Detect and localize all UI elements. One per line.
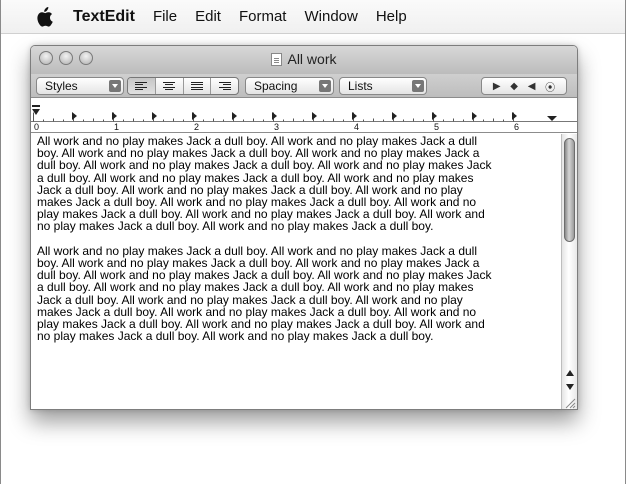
chevron-down-icon: [412, 80, 424, 92]
spacing-label: Spacing: [254, 79, 298, 93]
justify-button[interactable]: [184, 78, 212, 94]
window-title-wrap: All work: [31, 51, 577, 67]
ruler-label-1: 1: [114, 122, 120, 132]
tab-stop-marker[interactable]: [392, 112, 397, 120]
chevron-down-icon: [319, 80, 331, 92]
text-line: no play makes Jack a dull boy. All work …: [37, 219, 434, 234]
ruler-label-6: 6: [514, 122, 520, 132]
tab-stop-marker[interactable]: [112, 112, 117, 120]
paragraph-1: All work and no play makes Jack a dull b…: [37, 135, 555, 233]
ruler-label-3: 3: [274, 122, 280, 132]
styles-popup[interactable]: Styles: [36, 77, 124, 95]
ruler-label-4: 4: [354, 122, 360, 132]
lists-popup[interactable]: Lists: [339, 77, 427, 95]
paragraph-2: All work and no play makes Jack a dull b…: [37, 245, 555, 343]
tab-stop-marker[interactable]: [152, 112, 157, 120]
ruler-graphic: [31, 105, 577, 122]
menu-format[interactable]: Format: [239, 8, 287, 25]
left-tab-icon[interactable]: ▶: [493, 81, 501, 92]
align-right-button[interactable]: [211, 78, 238, 94]
alignment-control: [127, 77, 239, 95]
align-left-button[interactable]: [128, 78, 156, 94]
window-title: All work: [287, 51, 337, 67]
ruler[interactable]: 0 1 2 3 4 5 6: [31, 99, 577, 133]
align-center-icon: [163, 81, 176, 91]
styles-label: Styles: [45, 79, 78, 93]
align-right-icon: [218, 81, 231, 91]
ruler-label-5: 5: [434, 122, 440, 132]
resize-grip-icon[interactable]: [564, 397, 576, 409]
tab-stop-marker[interactable]: [272, 112, 277, 120]
chevron-down-icon: [109, 80, 121, 92]
menu-app-name[interactable]: TextEdit: [73, 8, 135, 26]
textedit-window: All work Styles Spacing Lists ▶ ◆ ◀ ⦿ 0 …: [30, 45, 578, 410]
tab-stop-marker[interactable]: [472, 112, 477, 120]
document-icon: [271, 53, 283, 66]
scroll-thumb[interactable]: [564, 138, 575, 242]
tab-stop-marker[interactable]: [512, 112, 517, 120]
vertical-scrollbar[interactable]: [561, 134, 577, 409]
center-tab-icon[interactable]: ◆: [510, 81, 518, 92]
format-toolbar: Styles Spacing Lists ▶ ◆ ◀ ⦿: [31, 74, 577, 98]
scroll-down-icon[interactable]: [565, 382, 575, 392]
spacing-popup[interactable]: Spacing: [245, 77, 334, 95]
tab-stops-control: ▶ ◆ ◀ ⦿: [481, 77, 567, 95]
tab-stop-marker[interactable]: [72, 112, 77, 120]
tab-stop-marker[interactable]: [352, 112, 357, 120]
title-bar[interactable]: All work: [31, 46, 577, 74]
tab-stop-marker[interactable]: [312, 112, 317, 120]
menu-window[interactable]: Window: [304, 8, 357, 25]
decimal-tab-icon[interactable]: ⦿: [545, 79, 555, 94]
menu-help[interactable]: Help: [376, 8, 407, 25]
menu-bar: TextEdit File Edit Format Window Help: [1, 0, 625, 34]
apple-icon[interactable]: [27, 0, 61, 34]
document-text-area[interactable]: All work and no play makes Jack a dull b…: [31, 134, 561, 409]
align-left-icon: [135, 81, 148, 91]
tab-stop-marker[interactable]: [232, 112, 237, 120]
ruler-tab-stops: [72, 112, 517, 120]
menu-file[interactable]: File: [153, 8, 177, 25]
ruler-label-2: 2: [194, 122, 200, 132]
menu-edit[interactable]: Edit: [195, 8, 221, 25]
justify-icon: [190, 81, 203, 91]
tab-stop-marker[interactable]: [432, 112, 437, 120]
lists-label: Lists: [348, 79, 373, 93]
scroll-up-icon[interactable]: [565, 368, 575, 378]
right-tab-icon[interactable]: ◀: [528, 81, 536, 92]
tab-stop-marker[interactable]: [192, 112, 197, 120]
text-line: no play makes Jack a dull boy. All work …: [37, 329, 434, 344]
align-center-button[interactable]: [156, 78, 184, 94]
ruler-label-0: 0: [34, 122, 40, 132]
